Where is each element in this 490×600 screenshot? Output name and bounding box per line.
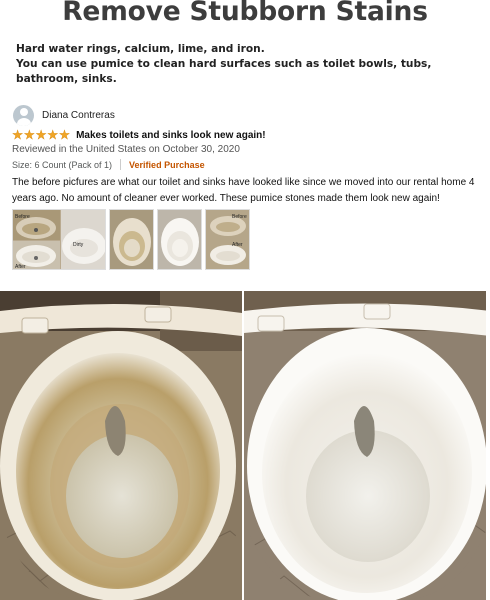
review-meta: Size: 6 Count (Pack of 1) Verified Purch… — [12, 159, 205, 170]
star-icon: ★ — [35, 128, 47, 142]
subheading-line-1: Hard water rings, calcium, lime, and iro… — [16, 43, 265, 55]
star-icon: ★ — [23, 128, 36, 142]
star-icon: ★ — [58, 128, 71, 142]
avatar[interactable] — [13, 104, 34, 126]
thumbnail-label: After — [232, 242, 243, 248]
star-icon: ★ — [47, 128, 59, 142]
before-photo — [0, 291, 242, 600]
thumbnail-label: Before — [232, 214, 247, 220]
reviewer-profile[interactable]: Diana Contreras — [13, 103, 115, 127]
star-rating: ★ ★ ★ ★ ★ — [12, 128, 71, 142]
review-image-thumbnail[interactable] — [157, 209, 202, 270]
review-body: The before picfures are what our toilet … — [12, 177, 475, 204]
reviewer-name[interactable]: Diana Contreras — [42, 110, 115, 121]
size-variant[interactable]: Size: 6 Count (Pack of 1) — [12, 160, 112, 170]
review-image-thumbnail[interactable]: Before After — [205, 209, 250, 270]
review-card: Diana Contreras ★ ★ ★ ★ ★ Makes toilets … — [0, 95, 490, 285]
star-icon: ★ — [12, 128, 24, 142]
review-image-thumbnail[interactable]: Before After Dirty — [12, 209, 106, 270]
subheading: Hard water rings, calcium, lime, and iro… — [16, 42, 486, 87]
meta-divider — [120, 159, 122, 170]
review-title-row: ★ ★ ★ ★ ★ Makes toilets and sinks look n… — [12, 128, 266, 142]
review-image-thumbnail[interactable] — [109, 209, 154, 270]
review-thumbnails: Before After Dirty Before After — [12, 209, 250, 270]
thumbnail-label: Dirty — [73, 242, 84, 248]
thumbnail-label: Before — [15, 214, 30, 220]
subheading-line-2: You can use pumice to clean hard surface… — [16, 58, 432, 85]
verified-badge: Verified Purchase — [129, 159, 205, 170]
review-title[interactable]: Makes toilets and sinks look new again! — [76, 130, 266, 141]
review-date: Reviewed in the United States on October… — [12, 144, 240, 155]
headline: Remove Stubborn Stains — [62, 0, 428, 27]
after-photo — [244, 291, 486, 600]
thumbnail-label: After — [15, 264, 26, 270]
